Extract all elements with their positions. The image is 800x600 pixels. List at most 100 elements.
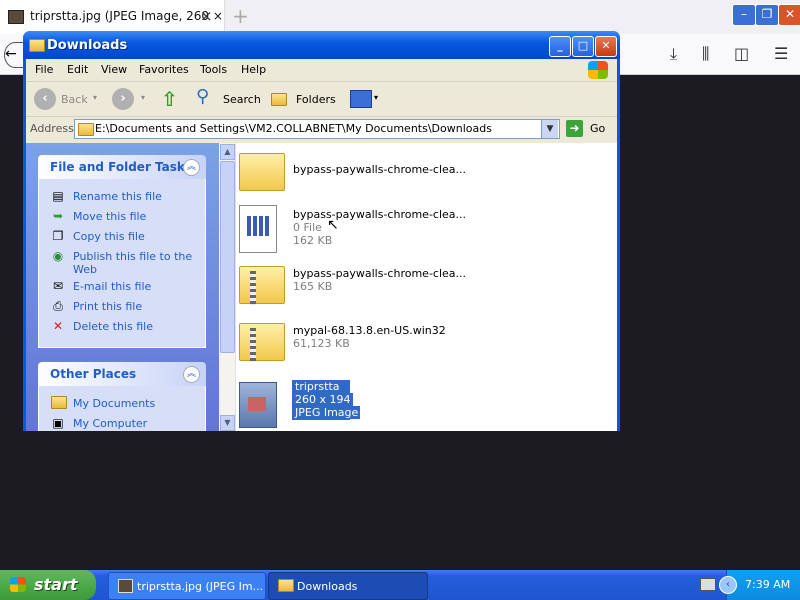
taskbar-button-label: triprstta.jpg (JPEG Im... [137, 580, 264, 593]
address-label: Address [30, 122, 74, 135]
task-publish[interactable]: ◉ Publish this file to the Web [39, 247, 205, 277]
copy-icon: ❐ [52, 229, 64, 243]
back-arrow-icon[interactable]: ‹ [34, 88, 56, 110]
file-name: bypass-paywalls-chrome-clea... [293, 163, 467, 176]
delete-icon: ✕ [52, 319, 64, 333]
zip-folder-icon [239, 266, 285, 305]
file-type: JPEG Image [293, 406, 361, 419]
menu-icon[interactable]: ☰ [774, 44, 788, 63]
sidebar-icon[interactable]: ◫ [734, 44, 749, 63]
keyboard-icon[interactable] [700, 578, 716, 591]
panel-header[interactable]: File and Folder Tasks ︽ [38, 155, 206, 179]
window-title: Downloads [47, 38, 128, 53]
file-size: 61,123 KB [293, 337, 350, 350]
browser-close-button[interactable]: ✕ [778, 4, 800, 26]
menu-view[interactable]: View [101, 63, 127, 76]
file-size: 162 KB [293, 234, 333, 247]
file-size: 165 KB [293, 280, 333, 293]
print-icon: ⎙ [53, 299, 63, 313]
scroll-up-icon[interactable]: ▲ [220, 144, 235, 160]
file-item[interactable]: mypal-68.13.8.en-US.win32 61,123 KB [239, 319, 609, 371]
library-icon[interactable]: ⫼ [702, 44, 709, 64]
menu-file[interactable]: File [35, 63, 53, 76]
file-folder-tasks-panel: File and Folder Tasks ︽ ▤ Rename this fil… [38, 155, 206, 348]
mouse-cursor-icon: ↖ [327, 217, 339, 233]
place-my-documents[interactable]: My Documents [39, 394, 205, 414]
window-titlebar[interactable]: Downloads _ □ ✕ [23, 31, 620, 59]
file-name: triprstta [293, 380, 342, 393]
taskbar-button-downloads[interactable]: Downloads [268, 572, 428, 600]
collapse-chevron-icon[interactable]: ︽ [183, 366, 200, 383]
address-bar: Address E:\Documents and Settings\VM2.CO… [26, 117, 617, 141]
back-dropdown-icon[interactable]: ▾ [93, 93, 97, 102]
up-folder-icon[interactable]: ⇧ [161, 87, 178, 111]
file-item-selected[interactable]: triprstta 260 x 194 JPEG Image [239, 376, 609, 428]
scroll-down-icon[interactable]: ▼ [220, 415, 235, 431]
forward-arrow-icon[interactable]: › [112, 88, 134, 110]
file-list: ▲ ▼ bypass-paywalls-chrome-clea... bypas… [219, 143, 617, 431]
panel-title: File and Folder Tasks [50, 160, 193, 174]
collapse-chevron-icon[interactable]: ︽ [183, 159, 200, 176]
taskbar-button-firefox[interactable]: triprstta.jpg (JPEG Im... [108, 572, 266, 600]
maximize-button[interactable]: □ [572, 36, 594, 57]
folders-icon [271, 93, 287, 106]
move-icon: ➥ [52, 209, 64, 223]
system-tray: ‹ 7:39 AM [719, 570, 800, 600]
go-arrow-icon[interactable]: ➜ [566, 120, 583, 137]
browser-restore-button[interactable]: ❐ [755, 4, 779, 26]
vertical-scrollbar[interactable]: ▲ ▼ [219, 143, 236, 431]
scroll-thumb[interactable] [220, 161, 235, 353]
go-button[interactable]: Go [590, 122, 605, 135]
task-print[interactable]: ⎙ Print this file [39, 297, 205, 317]
file-name: bypass-paywalls-chrome-clea... [293, 208, 467, 221]
menu-help[interactable]: Help [241, 63, 266, 76]
task-move[interactable]: ➥ Move this file [39, 207, 205, 227]
views-icon[interactable] [350, 90, 372, 108]
windows-logo-icon [588, 61, 608, 79]
task-delete[interactable]: ✕ Delete this file [39, 317, 205, 337]
place-my-computer[interactable]: ▣ My Computer [39, 414, 205, 431]
email-icon: ✉ [52, 279, 64, 293]
new-tab-button[interactable]: + [232, 4, 249, 28]
file-item[interactable]: bypass-paywalls-chrome-clea... 0 File 16… [239, 203, 609, 255]
address-value: E:\Documents and Settings\VM2.COLLABNET\… [95, 122, 492, 135]
task-copy[interactable]: ❐ Copy this file [39, 227, 205, 247]
browser-tab[interactable]: triprstta.jpg (JPEG Image, 260 × × [0, 0, 225, 34]
clock: 7:39 AM [745, 578, 791, 591]
menu-favorites[interactable]: Favorites [139, 63, 189, 76]
tab-title: triprstta.jpg (JPEG Image, 260 × [30, 9, 223, 23]
zip-folder-icon [239, 323, 285, 362]
menu-bar: File Edit View Favorites Tools Help [26, 59, 617, 82]
file-item[interactable]: bypass-paywalls-chrome-clea... [239, 149, 609, 201]
tray-expand-icon[interactable]: ‹ [719, 576, 737, 594]
download-icon[interactable]: ⤓ [670, 44, 677, 64]
task-rename[interactable]: ▤ Rename this file [39, 187, 205, 207]
generic-file-icon [239, 205, 277, 253]
file-name: bypass-paywalls-chrome-clea... [293, 267, 467, 280]
forward-dropdown-icon[interactable]: ▾ [141, 93, 145, 102]
address-field[interactable]: E:\Documents and Settings\VM2.COLLABNET\… [74, 119, 560, 139]
views-dropdown-icon[interactable]: ▾ [374, 93, 378, 102]
other-places-panel: Other Places ︽ My Documents ▣ My Computer [38, 362, 206, 431]
task-email[interactable]: ✉ E-mail this file [39, 277, 205, 297]
panel-header[interactable]: Other Places ︽ [38, 362, 206, 386]
minimize-button[interactable]: _ [549, 36, 571, 57]
file-name: mypal-68.13.8.en-US.win32 [293, 324, 446, 337]
close-button[interactable]: ✕ [595, 36, 617, 57]
globe-icon: ◉ [52, 249, 64, 263]
start-button[interactable]: start [0, 570, 96, 600]
tab-close-icon[interactable]: × [200, 7, 213, 25]
search-icon[interactable]: ⚲ [196, 86, 209, 107]
file-item[interactable]: bypass-paywalls-chrome-clea... 165 KB [239, 262, 609, 314]
menu-edit[interactable]: Edit [67, 63, 88, 76]
back-button[interactable]: Back [61, 93, 88, 106]
browser-minimize-button[interactable]: – [732, 4, 756, 26]
folders-button[interactable]: Folders [296, 93, 336, 106]
firefox-icon [118, 579, 133, 593]
address-dropdown-icon[interactable]: ▼ [541, 120, 558, 138]
menu-tools[interactable]: Tools [200, 63, 227, 76]
windows-flag-icon [10, 577, 26, 592]
address-folder-icon [78, 123, 94, 136]
panel-title: Other Places [50, 367, 137, 381]
search-button[interactable]: Search [223, 93, 261, 106]
